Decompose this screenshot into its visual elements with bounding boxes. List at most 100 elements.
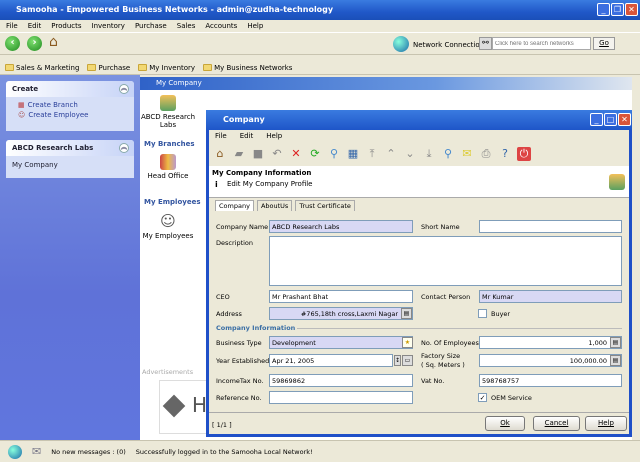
grid-icon[interactable]: ▦ <box>346 147 360 161</box>
messages-icon[interactable]: ✉ <box>32 445 41 458</box>
income-tax-input[interactable]: 59869862 <box>269 374 413 387</box>
back-icon[interactable]: ‹ <box>5 36 20 51</box>
cancel-button[interactable]: Cancel <box>533 416 580 431</box>
address-edit-icon[interactable]: ▤ <box>401 308 412 319</box>
folder-icon <box>138 64 148 71</box>
app-title: Samooha - Empowered Business Networks - … <box>16 5 334 14</box>
new-icon[interactable]: ▰ <box>232 147 246 161</box>
network-globe-icon[interactable] <box>8 444 22 459</box>
description-label: Description <box>216 239 254 247</box>
my-employees-shortcut[interactable]: ☺ My Employees <box>140 210 196 240</box>
minimize-button[interactable]: _ <box>597 3 610 16</box>
contact-person-input[interactable]: Mr Kumar <box>479 290 622 303</box>
company-name-input[interactable]: ABCD Research Labs <box>269 220 413 233</box>
create-branch-link[interactable]: ▦ Create Branch <box>6 97 134 109</box>
reference-input[interactable] <box>269 391 413 404</box>
vat-input[interactable]: 598768757 <box>479 374 622 387</box>
description-textarea[interactable] <box>269 236 622 286</box>
menu-file[interactable]: File <box>6 20 18 32</box>
dialog-title: Company <box>223 115 265 124</box>
my-company-link[interactable]: My Company <box>6 156 134 174</box>
tab-aboutus[interactable]: AboutUs <box>256 200 293 211</box>
undo-icon[interactable]: ↶ <box>270 147 284 161</box>
mail-icon[interactable]: ✉ <box>460 147 474 161</box>
bookmark-label: Sales & Marketing <box>16 63 80 72</box>
first-record-icon[interactable]: ⤒ <box>365 147 379 161</box>
buyer-checkbox[interactable] <box>478 309 487 318</box>
print-icon[interactable]: ⎙ <box>479 147 493 161</box>
next-record-icon[interactable]: ⌄ <box>403 147 417 161</box>
oem-service-checkbox[interactable]: ✓ <box>478 393 487 402</box>
collapse-chevron-icon[interactable]: ︽ <box>119 143 129 153</box>
last-record-icon[interactable]: ⤓ <box>422 147 436 161</box>
dialog-menu-file[interactable]: File <box>215 132 227 140</box>
date-spinner[interactable]: ↕ <box>394 355 401 366</box>
menu-edit[interactable]: Edit <box>28 20 42 32</box>
branches-section-title: My Branches <box>144 140 195 148</box>
ok-button[interactable]: Ok <box>485 416 525 431</box>
company-shortcut[interactable]: ABCD Research Labs <box>140 93 196 129</box>
help-button[interactable]: Help <box>585 416 627 431</box>
create-panel: Create ︽ ▦ Create Branch ☺ Create Employee <box>6 81 134 131</box>
business-type-input[interactable]: Development <box>269 336 413 349</box>
company-panel-title: ABCD Research Labs <box>12 144 94 152</box>
business-type-picker-icon[interactable]: ★ <box>402 337 413 348</box>
menu-products[interactable]: Products <box>51 20 81 32</box>
help-icon[interactable]: ? <box>498 147 512 161</box>
dialog-menu-help[interactable]: Help <box>266 132 282 140</box>
menu-purchase[interactable]: Purchase <box>135 20 167 32</box>
link-label: Create Employee <box>28 111 89 119</box>
power-icon[interactable]: ⏻ <box>517 147 531 161</box>
bookmark-purchase[interactable]: Purchase <box>87 61 130 74</box>
dialog-maximize-button[interactable]: □ <box>604 113 617 126</box>
messages-status: No new messages : (0) <box>51 447 126 456</box>
dialog-minimize-button[interactable]: _ <box>590 113 603 126</box>
network-globe-icon <box>393 36 409 52</box>
employees-input[interactable]: 1,000 <box>479 336 622 349</box>
folder-icon <box>87 64 97 71</box>
previous-record-icon[interactable]: ⌃ <box>384 147 398 161</box>
close-button[interactable]: ✕ <box>625 3 638 16</box>
branch-icon <box>160 154 176 170</box>
search-icon[interactable]: ⚲ <box>327 147 341 161</box>
save-icon[interactable]: ■ <box>251 147 265 161</box>
calendar-icon[interactable]: ▭ <box>402 355 413 366</box>
bookmark-my-inventory[interactable]: My Inventory <box>138 61 195 74</box>
factory-size-input[interactable]: 100,000.00 <box>479 354 622 367</box>
head-office-shortcut[interactable]: Head Office <box>140 152 196 180</box>
menu-accounts[interactable]: Accounts <box>205 20 237 32</box>
oem-service-label: OEM Service <box>491 394 532 402</box>
calculator-icon[interactable]: ▤ <box>610 355 621 366</box>
employee-icon: ☺ <box>18 111 26 119</box>
calculator-icon[interactable]: ▤ <box>610 337 621 348</box>
year-established-input[interactable]: Apr 21, 2005 <box>269 354 393 367</box>
tab-trust-certificate[interactable]: Trust Certificate <box>295 200 355 211</box>
menu-sales[interactable]: Sales <box>177 20 196 32</box>
vat-label: Vat No. <box>421 377 445 385</box>
refresh-icon[interactable]: ⟳ <box>308 147 322 161</box>
home-icon[interactable]: ⌂ <box>49 34 58 50</box>
go-button[interactable]: Go <box>593 37 615 50</box>
menu-help[interactable]: Help <box>247 20 263 32</box>
forward-icon[interactable]: › <box>27 36 42 51</box>
network-search-input[interactable] <box>492 37 591 50</box>
create-employee-link[interactable]: ☺ Create Employee <box>6 109 134 119</box>
restore-button[interactable]: ❐ <box>611 3 624 16</box>
ceo-input[interactable]: Mr Prashant Bhat <box>269 290 413 303</box>
collapse-chevron-icon[interactable]: ︽ <box>119 84 129 94</box>
short-name-input[interactable] <box>479 220 622 233</box>
tab-company[interactable]: Company <box>215 200 254 211</box>
bookmark-sales-marketing[interactable]: Sales & Marketing <box>5 61 79 74</box>
employees-label: No. Of Employees <box>421 339 479 347</box>
main-toolbar: ‹ › ⌂ Network Connection ⚯ Go <box>0 32 640 55</box>
find-icon[interactable]: ⚲ <box>441 147 455 161</box>
dialog-menu-edit[interactable]: Edit <box>240 132 254 140</box>
delete-icon[interactable]: ✕ <box>289 147 303 161</box>
dialog-info-panel: My Company Information i Edit My Company… <box>209 166 629 198</box>
dialog-close-button[interactable]: ✕ <box>618 113 631 126</box>
business-type-label: Business Type <box>216 339 262 347</box>
home-icon[interactable]: ⌂ <box>213 147 227 161</box>
menu-inventory[interactable]: Inventory <box>92 20 125 32</box>
bookmark-my-business-networks[interactable]: My Business Networks <box>203 61 292 74</box>
address-input[interactable]: #765,18th cross,Laxmi Nagar <box>269 307 413 320</box>
